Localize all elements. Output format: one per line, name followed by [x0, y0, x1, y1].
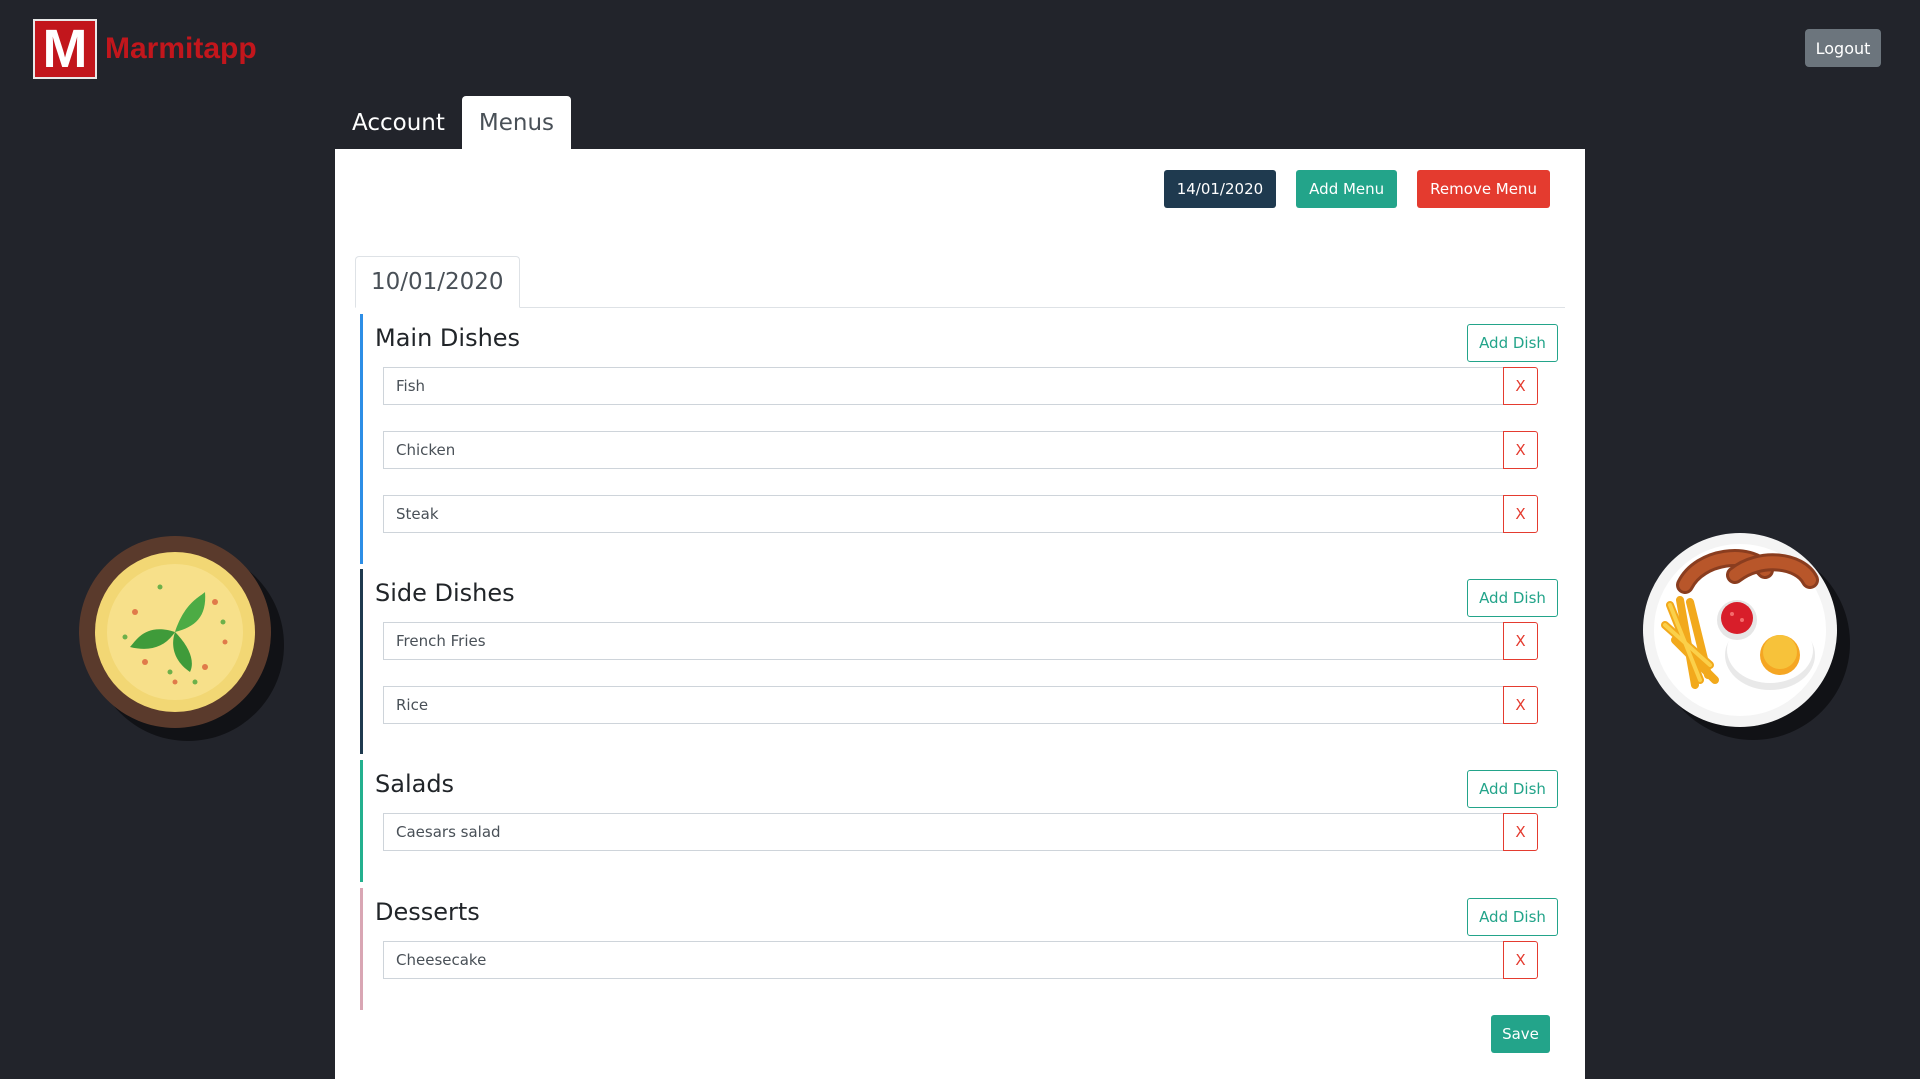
section-title: Side Dishes — [375, 579, 515, 607]
dish-input[interactable] — [383, 941, 1503, 979]
main-tabs: Account Menus — [335, 96, 572, 149]
dish-row: X — [383, 686, 1538, 724]
menus-panel: 14/01/2020 Add Menu Remove Menu 10/01/20… — [335, 149, 1585, 1079]
app-name: Marmitapp — [105, 32, 257, 65]
remove-dish-button[interactable]: X — [1503, 495, 1538, 533]
remove-dish-button[interactable]: X — [1503, 622, 1538, 660]
dish-input[interactable] — [383, 686, 1503, 724]
dish-input[interactable] — [383, 367, 1503, 405]
add-dish-button[interactable]: Add Dish — [1467, 324, 1558, 362]
remove-menu-button[interactable]: Remove Menu — [1417, 170, 1550, 208]
logout-button[interactable]: Logout — [1805, 29, 1881, 67]
menu-date-tabs: 10/01/2020 — [355, 256, 1565, 308]
dish-row: X — [383, 367, 1538, 405]
tab-menu-date[interactable]: 10/01/2020 — [355, 256, 520, 308]
dish-row: X — [383, 495, 1538, 533]
dish-row: X — [383, 813, 1538, 851]
date-picker-button[interactable]: 14/01/2020 — [1163, 170, 1277, 208]
section-title: Desserts — [375, 898, 480, 926]
save-button[interactable]: Save — [1491, 1015, 1550, 1053]
section-desserts: Desserts Add Dish X — [360, 888, 1558, 1010]
section-title: Salads — [375, 770, 455, 798]
soup-bowl-icon — [79, 536, 284, 741]
section-title: Main Dishes — [375, 324, 521, 352]
dish-input[interactable] — [383, 431, 1503, 469]
remove-dish-button[interactable]: X — [1503, 813, 1538, 851]
remove-dish-button[interactable]: X — [1503, 941, 1538, 979]
breakfast-plate-icon — [1643, 533, 1850, 740]
section-side-dishes: Side Dishes Add Dish X X — [360, 569, 1558, 754]
section-main-dishes: Main Dishes Add Dish X X X — [360, 314, 1558, 564]
menu-toolbar: 14/01/2020 Add Menu Remove Menu — [1163, 170, 1550, 208]
add-dish-button[interactable]: Add Dish — [1467, 898, 1558, 936]
add-menu-button[interactable]: Add Menu — [1296, 170, 1398, 208]
remove-dish-button[interactable]: X — [1503, 431, 1538, 469]
section-salads: Salads Add Dish X — [360, 760, 1558, 882]
remove-dish-button[interactable]: X — [1503, 686, 1538, 724]
app-logo[interactable]: M Marmitapp — [33, 19, 257, 79]
dish-row: X — [383, 622, 1538, 660]
dish-row: X — [383, 941, 1538, 979]
remove-dish-button[interactable]: X — [1503, 367, 1538, 405]
dish-row: X — [383, 431, 1538, 469]
dish-input[interactable] — [383, 495, 1503, 533]
tab-account[interactable]: Account — [335, 96, 462, 149]
add-dish-button[interactable]: Add Dish — [1467, 579, 1558, 617]
logo-mark: M — [33, 19, 97, 79]
dish-input[interactable] — [383, 622, 1503, 660]
add-dish-button[interactable]: Add Dish — [1467, 770, 1558, 808]
tab-menus[interactable]: Menus — [461, 96, 572, 149]
dish-input[interactable] — [383, 813, 1503, 851]
